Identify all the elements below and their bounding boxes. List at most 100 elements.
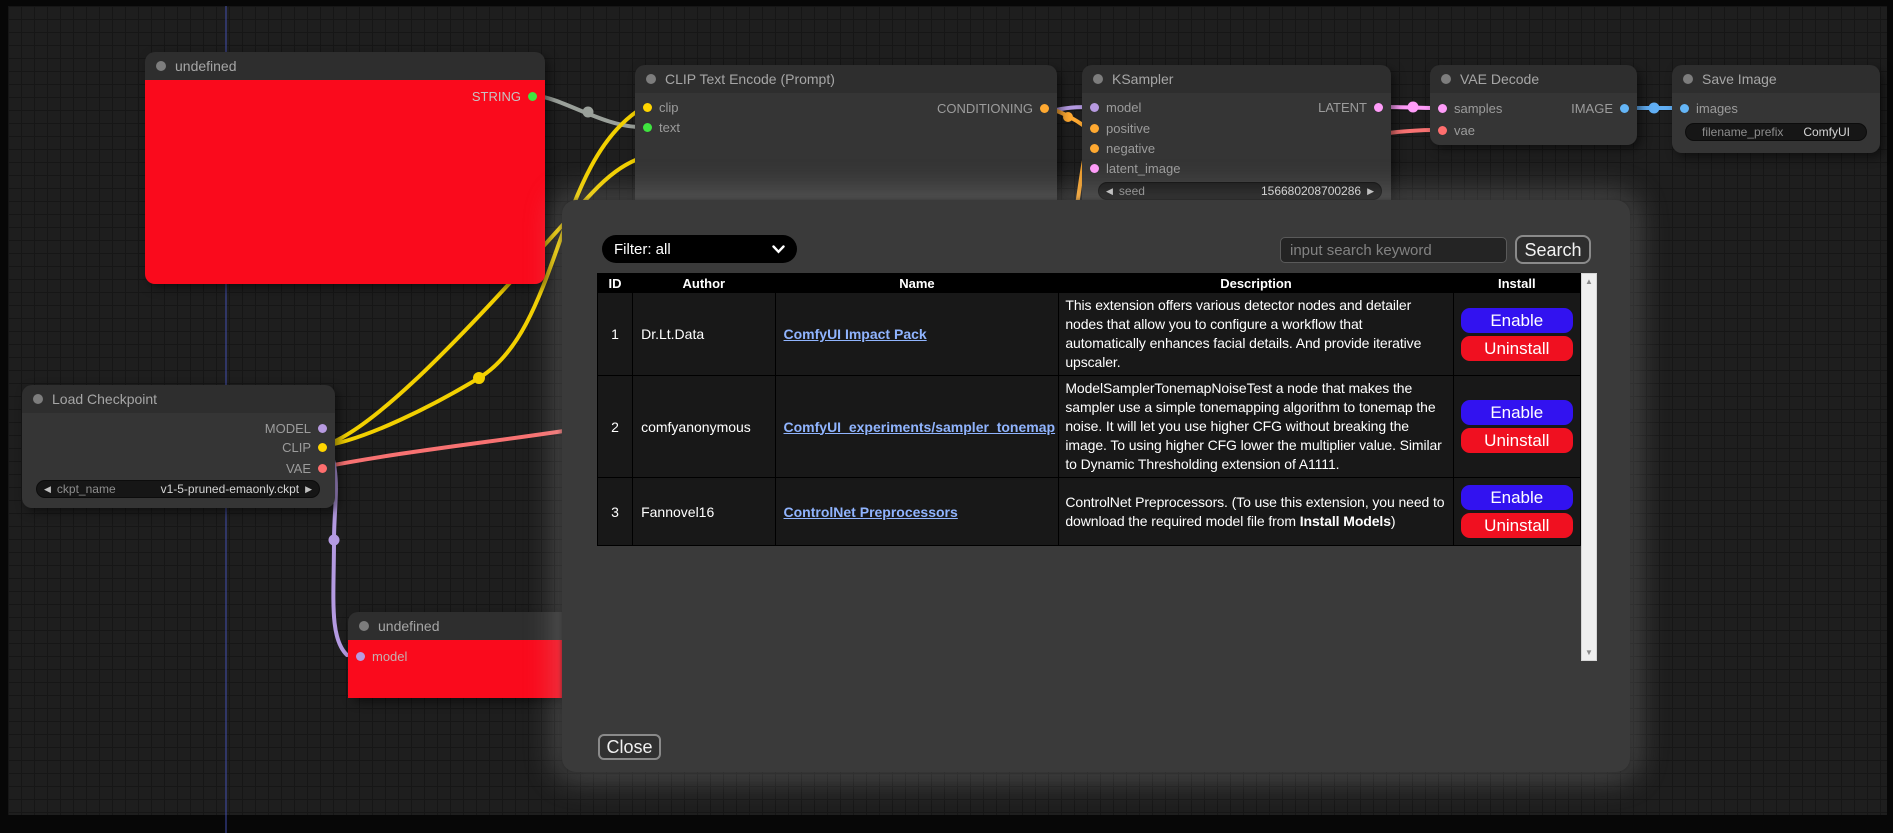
slot-dot[interactable] bbox=[1090, 144, 1099, 153]
col-header-description: Description bbox=[1059, 274, 1453, 293]
extension-link[interactable]: ComfyUI Impact Pack bbox=[784, 326, 927, 342]
node-save-image[interactable]: Save Image images filename_prefix ComfyU… bbox=[1672, 65, 1880, 153]
seed-widget[interactable]: ◀ seed 156680208700286 ▶ bbox=[1098, 182, 1382, 200]
row-description: ModelSamplerTonemapNoiseTest a node that… bbox=[1059, 376, 1453, 478]
row-id: 3 bbox=[598, 478, 633, 546]
node-title: KSampler bbox=[1112, 71, 1173, 87]
node-title: CLIP Text Encode (Prompt) bbox=[665, 71, 835, 87]
node-load-checkpoint[interactable]: Load Checkpoint MODEL CLIP VAE ◀ ckpt_na… bbox=[22, 385, 335, 508]
search-button[interactable]: Search bbox=[1515, 235, 1591, 264]
input-slot-latent-image[interactable]: latent_image bbox=[1090, 159, 1180, 177]
slot-dot[interactable] bbox=[643, 123, 652, 132]
table-scrollbar[interactable]: ▲ ▼ bbox=[1581, 273, 1597, 661]
slot-dot[interactable] bbox=[1438, 126, 1447, 135]
decrement-arrow-icon[interactable]: ◀ bbox=[1106, 187, 1113, 196]
table-header-row: ID Author Name Description Install bbox=[598, 274, 1581, 293]
input-slot-model[interactable]: model bbox=[1090, 98, 1141, 116]
col-header-id: ID bbox=[598, 274, 633, 293]
table-row: 1 Dr.Lt.Data ComfyUI Impact Pack This ex… bbox=[598, 293, 1581, 376]
enable-button[interactable]: Enable bbox=[1461, 400, 1573, 425]
slot-dot[interactable] bbox=[1680, 104, 1689, 113]
col-header-install: Install bbox=[1453, 274, 1580, 293]
manager-dialog: Filter: all Search ID Author Name Descri… bbox=[562, 200, 1630, 772]
node-title-bar[interactable]: KSampler bbox=[1082, 65, 1391, 93]
node-title-bar[interactable]: CLIP Text Encode (Prompt) bbox=[635, 65, 1057, 93]
collapse-dot-icon[interactable] bbox=[1441, 74, 1451, 84]
chevron-down-icon bbox=[772, 245, 785, 254]
slot-dot[interactable] bbox=[643, 103, 652, 112]
uninstall-button[interactable]: Uninstall bbox=[1461, 428, 1573, 453]
extension-link[interactable]: ControlNet Preprocessors bbox=[784, 504, 958, 520]
uninstall-button[interactable]: Uninstall bbox=[1461, 513, 1573, 538]
input-slot-vae[interactable]: vae bbox=[1438, 121, 1475, 139]
enable-button[interactable]: Enable bbox=[1461, 485, 1573, 510]
node-title: undefined bbox=[378, 618, 440, 634]
output-slot-image[interactable]: IMAGE bbox=[1571, 99, 1629, 117]
collapse-dot-icon[interactable] bbox=[156, 61, 166, 71]
filter-select[interactable]: Filter: all bbox=[602, 235, 797, 263]
input-slot-clip[interactable]: clip bbox=[643, 98, 679, 116]
node-title-bar[interactable]: Load Checkpoint bbox=[22, 385, 335, 413]
slot-dot[interactable] bbox=[1374, 103, 1383, 112]
row-id: 2 bbox=[598, 376, 633, 478]
collapse-dot-icon[interactable] bbox=[1683, 74, 1693, 84]
node-title-bar[interactable]: Save Image bbox=[1672, 65, 1880, 93]
output-slot-model[interactable]: MODEL bbox=[265, 419, 327, 437]
slot-dot[interactable] bbox=[1090, 164, 1099, 173]
slot-dot[interactable] bbox=[318, 443, 327, 452]
col-header-author: Author bbox=[633, 274, 775, 293]
input-slot-model[interactable]: model bbox=[356, 647, 407, 665]
node-undefined-top[interactable]: undefined STRING bbox=[145, 52, 545, 284]
row-author: Fannovel16 bbox=[633, 478, 775, 546]
input-slot-text[interactable]: text bbox=[643, 118, 680, 136]
scroll-up-icon[interactable]: ▲ bbox=[1585, 277, 1593, 286]
output-slot-vae[interactable]: VAE bbox=[286, 459, 327, 477]
node-undefined-bottom[interactable]: undefined model bbox=[348, 612, 574, 698]
collapse-dot-icon[interactable] bbox=[33, 394, 43, 404]
search-input[interactable] bbox=[1280, 237, 1507, 263]
slot-dot[interactable] bbox=[318, 464, 327, 473]
slot-dot[interactable] bbox=[356, 652, 365, 661]
table-row: 2 comfyanonymous ComfyUI_experiments/sam… bbox=[598, 376, 1581, 478]
input-slot-samples[interactable]: samples bbox=[1438, 99, 1502, 117]
increment-arrow-icon[interactable]: ▶ bbox=[1367, 187, 1374, 196]
node-title: Load Checkpoint bbox=[52, 391, 157, 407]
input-slot-images[interactable]: images bbox=[1680, 99, 1738, 117]
row-description: ControlNet Preprocessors. (To use this e… bbox=[1059, 478, 1453, 546]
slot-dot[interactable] bbox=[1438, 104, 1447, 113]
slot-dot[interactable] bbox=[1090, 124, 1099, 133]
node-title-bar[interactable]: undefined bbox=[145, 52, 545, 80]
node-title: undefined bbox=[175, 58, 237, 74]
input-slot-negative[interactable]: negative bbox=[1090, 139, 1155, 157]
output-slot-string[interactable]: STRING bbox=[472, 87, 537, 105]
close-button[interactable]: Close bbox=[598, 734, 661, 760]
scroll-down-icon[interactable]: ▼ bbox=[1585, 648, 1593, 657]
collapse-dot-icon[interactable] bbox=[1093, 74, 1103, 84]
slot-dot[interactable] bbox=[528, 92, 537, 101]
enable-button[interactable]: Enable bbox=[1461, 308, 1573, 333]
output-slot-clip[interactable]: CLIP bbox=[282, 438, 327, 456]
slot-dot[interactable] bbox=[1090, 103, 1099, 112]
input-slot-positive[interactable]: positive bbox=[1090, 119, 1150, 137]
output-slot-conditioning[interactable]: CONDITIONING bbox=[937, 99, 1049, 117]
node-title-bar[interactable]: undefined bbox=[348, 612, 574, 640]
node-title: Save Image bbox=[1702, 71, 1777, 87]
slot-dot[interactable] bbox=[318, 424, 327, 433]
table-row: 3 Fannovel16 ControlNet Preprocessors Co… bbox=[598, 478, 1581, 546]
node-title-bar[interactable]: VAE Decode bbox=[1430, 65, 1637, 93]
ckpt-name-widget[interactable]: ◀ ckpt_name v1-5-pruned-emaonly.ckpt ▶ bbox=[36, 480, 320, 498]
row-id: 1 bbox=[598, 293, 633, 376]
filename-prefix-widget[interactable]: filename_prefix ComfyUI bbox=[1685, 123, 1867, 141]
slot-dot[interactable] bbox=[1620, 104, 1629, 113]
output-slot-latent[interactable]: LATENT bbox=[1318, 98, 1383, 116]
collapse-dot-icon[interactable] bbox=[359, 621, 369, 631]
slot-dot[interactable] bbox=[1040, 104, 1049, 113]
node-title: VAE Decode bbox=[1460, 71, 1539, 87]
node-vae-decode[interactable]: VAE Decode samples vae IMAGE bbox=[1430, 65, 1637, 145]
extension-table: ID Author Name Description Install 1 Dr.… bbox=[597, 273, 1597, 667]
collapse-dot-icon[interactable] bbox=[646, 74, 656, 84]
increment-arrow-icon[interactable]: ▶ bbox=[305, 485, 312, 494]
decrement-arrow-icon[interactable]: ◀ bbox=[44, 485, 51, 494]
uninstall-button[interactable]: Uninstall bbox=[1461, 336, 1573, 361]
extension-link[interactable]: ComfyUI_experiments/sampler_tonemap bbox=[784, 419, 1056, 435]
